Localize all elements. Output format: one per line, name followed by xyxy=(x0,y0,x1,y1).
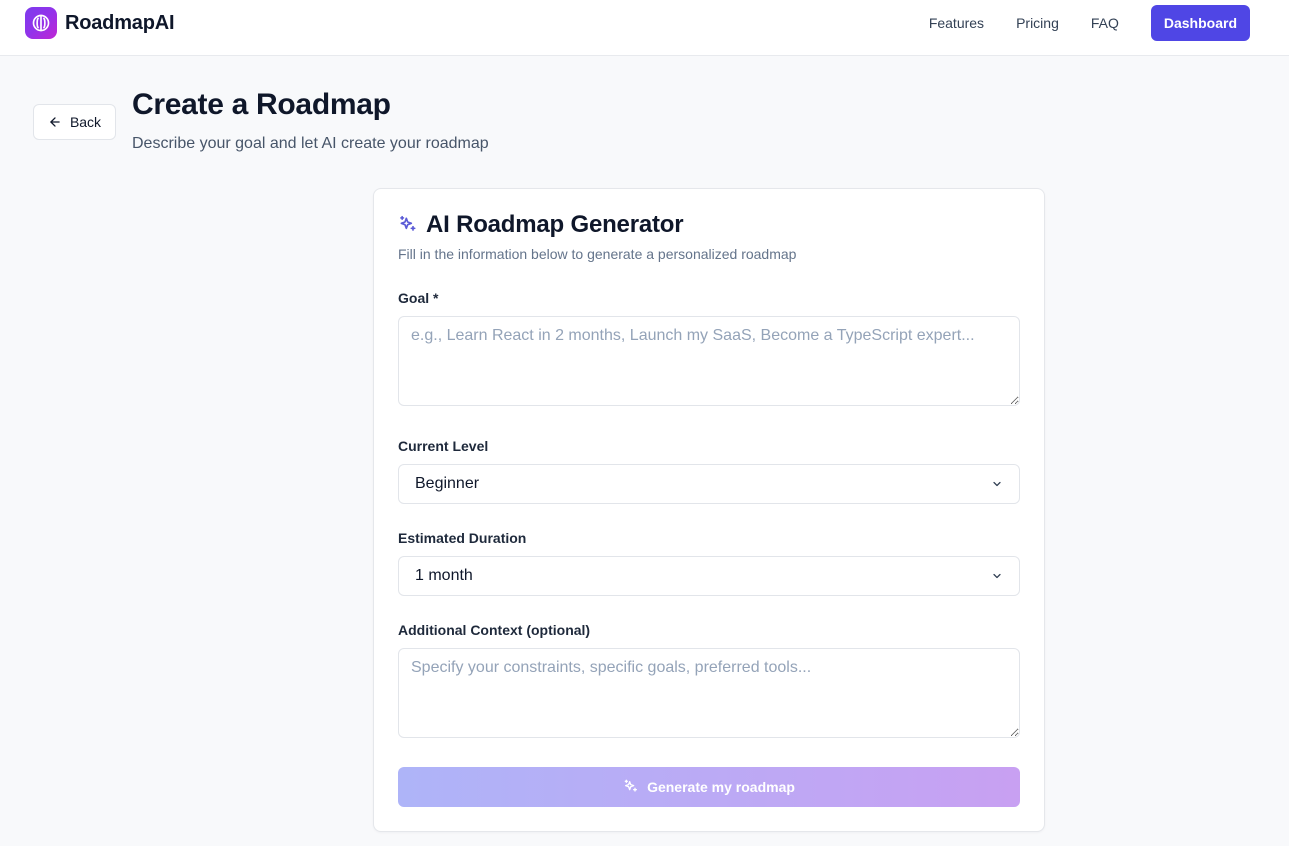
back-button[interactable]: Back xyxy=(33,104,116,140)
duration-selected-value: 1 month xyxy=(415,567,473,584)
nav-link-faq[interactable]: FAQ xyxy=(1091,5,1119,41)
dashboard-button[interactable]: Dashboard xyxy=(1150,5,1250,41)
level-selected-value: Beginner xyxy=(415,475,480,492)
sparkles-icon xyxy=(624,779,638,792)
brand-name: RoadmapAI xyxy=(65,11,175,34)
back-label: Back xyxy=(69,114,102,130)
chevron-down-icon xyxy=(993,481,1001,487)
nav-link-features[interactable]: Features xyxy=(929,5,984,41)
sparkles-icon xyxy=(400,215,416,231)
card-subtitle: Fill in the information below to generat… xyxy=(398,246,797,262)
context-label: Additional Context (optional) xyxy=(398,622,591,638)
context-textarea[interactable] xyxy=(398,648,1020,738)
page-title: Create a Roadmap xyxy=(132,88,391,121)
level-select[interactable]: Beginner xyxy=(398,464,1020,504)
card-title: AI Roadmap Generator xyxy=(426,211,684,238)
goal-textarea[interactable] xyxy=(398,316,1020,406)
roadmap-generator-card: AI Roadmap Generator Fill in the informa… xyxy=(373,188,1045,832)
card-header: AI Roadmap Generator xyxy=(398,211,684,239)
arrow-left-icon xyxy=(50,117,60,127)
level-label: Current Level xyxy=(398,438,489,454)
goal-label: Goal * xyxy=(398,290,439,306)
chevron-down-icon xyxy=(993,573,1001,579)
nav-link-pricing[interactable]: Pricing xyxy=(1016,5,1059,41)
duration-select[interactable]: 1 month xyxy=(398,556,1020,596)
nav-links: Features Pricing FAQ Dashboard xyxy=(929,5,1250,41)
page-subtitle: Describe your goal and let AI create you… xyxy=(132,135,489,152)
top-navbar: RoadmapAI Features Pricing FAQ Dashboard xyxy=(0,0,1289,56)
brand[interactable]: RoadmapAI xyxy=(25,7,175,39)
generate-roadmap-button[interactable]: Generate my roadmap xyxy=(398,767,1020,807)
generate-button-label: Generate my roadmap xyxy=(647,779,795,795)
duration-label: Estimated Duration xyxy=(398,530,527,546)
brain-icon xyxy=(25,7,57,39)
